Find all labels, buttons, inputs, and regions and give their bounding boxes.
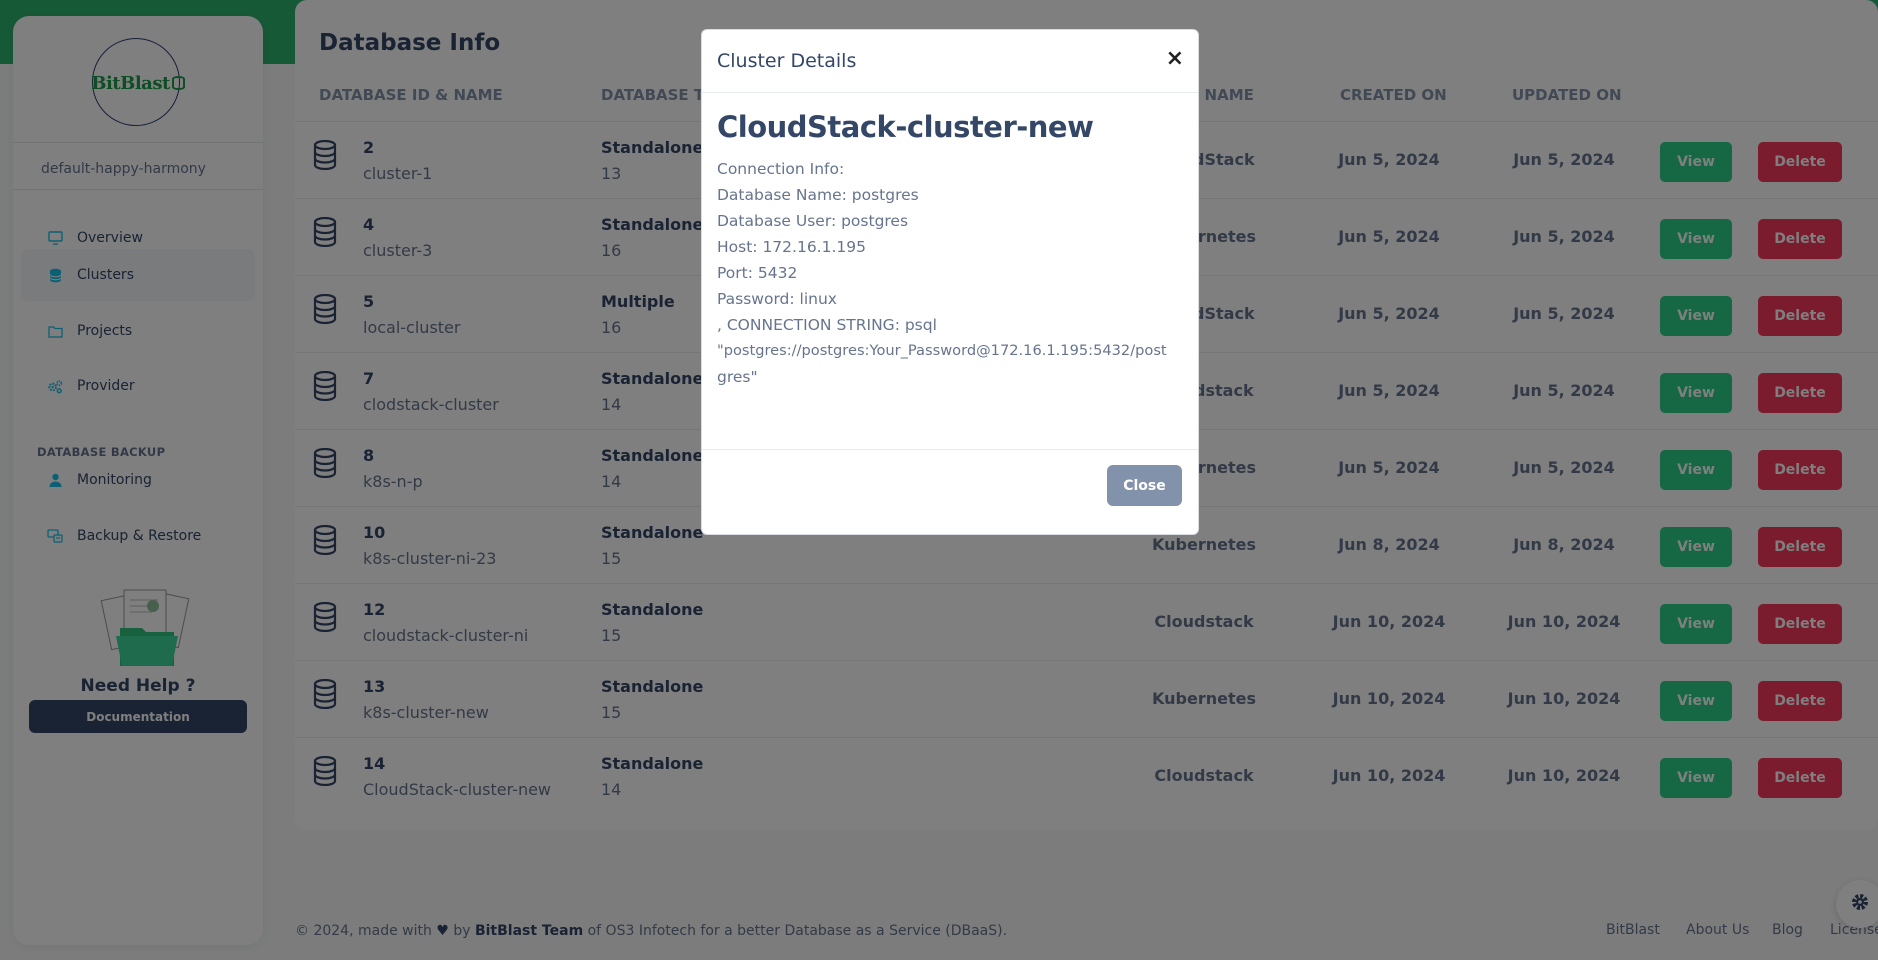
password-line: Password: linux [717,290,837,308]
port-line: Port: 5432 [717,264,798,282]
modal-title: Cluster Details [717,50,857,72]
connection-string-line: , CONNECTION STRING: psql [717,316,937,334]
cluster-name-heading: CloudStack-cluster-new [717,110,1094,144]
connection-string-value: "postgres://postgres:Your_Password@172.1… [717,342,1167,359]
close-button[interactable]: Close [1107,465,1182,506]
connection-info-label: Connection Info: [717,160,845,178]
close-icon[interactable]: × [1166,46,1184,71]
database-user-line: Database User: postgres [717,212,909,230]
modal-footer: Close [702,449,1198,534]
database-name-line: Database Name: postgres [717,186,919,204]
connection-string-value-cont: gres" [717,368,758,386]
host-line: Host: 172.16.1.195 [717,238,866,256]
cluster-details-modal: Cluster Details × CloudStack-cluster-new… [701,29,1199,535]
modal-header: Cluster Details × [702,30,1198,93]
